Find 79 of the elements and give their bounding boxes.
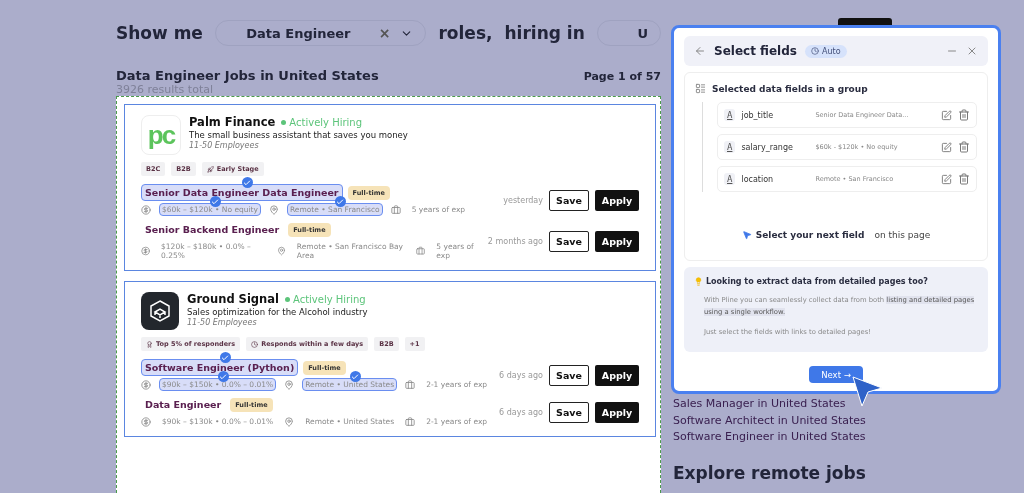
award-icon [146,340,153,348]
page-indicator: Page 1 of 57 [583,70,661,83]
briefcase-icon [416,246,426,256]
dollar-icon [141,379,151,390]
save-button[interactable]: Save [549,189,589,211]
pointer-icon [741,230,752,240]
apply-button[interactable]: Apply [595,189,639,211]
section-heading: Explore remote jobs [673,462,866,483]
company-tagline: The small business assistant that saves you money [189,130,408,140]
apply-button[interactable]: Apply [595,231,639,252]
back-arrow-icon[interactable] [694,45,706,57]
apply-button[interactable]: Apply [595,364,639,386]
lightbulb-icon [694,277,703,286]
save-button[interactable]: Save [549,401,589,423]
panel-title: Select fields [714,44,797,58]
posted-time: 6 days ago [499,407,543,417]
group-title: Selected data fields in a group [712,83,868,94]
dollar-icon [141,204,151,215]
text-type-icon: A [724,141,736,153]
close-icon[interactable] [966,45,978,57]
posted-time: yesterday [503,195,543,205]
roles-label: roles, [438,23,493,43]
job-link[interactable]: Software Architect in United States [673,412,866,429]
edit-icon[interactable] [941,141,952,153]
hint-suffix: on this page [874,230,931,240]
save-button[interactable]: Save [549,231,589,252]
company-name[interactable]: Palm Finance [189,115,276,129]
text-type-icon: A [724,173,736,185]
location-pin-icon [284,416,295,427]
trash-icon[interactable] [958,141,970,153]
edit-icon[interactable] [941,173,952,185]
trash-icon[interactable] [958,109,970,121]
trash-icon[interactable] [958,173,970,185]
briefcase-icon [405,416,416,427]
company-tagline: Sales optimization for the Alcohol industry [187,307,368,317]
dollar-icon [141,246,151,256]
text-type-icon: A [724,109,736,121]
cube-logo-icon [141,292,179,330]
check-badge-icon [349,371,361,382]
save-button[interactable]: Save [549,364,589,386]
company-logo: pc [141,115,181,155]
location-pin-icon [269,204,279,215]
hint-text: Select your next field [755,230,865,240]
field-name: salary_range [741,142,794,152]
job-title[interactable]: Data Engineer [141,396,226,413]
location-pin-icon [284,379,295,390]
posted-time: 6 days ago [499,370,543,380]
show-me-label: Show me [116,23,203,43]
hiring-status: Actively Hiring [284,293,366,305]
job-title[interactable]: Senior Data Engineer Data Engineer [141,184,343,201]
group-icon [695,83,706,94]
next-button[interactable]: Next → [809,366,863,383]
clock-icon [251,340,259,348]
check-badge-icon [241,177,253,188]
briefcase-icon [390,204,401,215]
results-title: Data Engineer Jobs in United States [116,68,379,83]
job-title[interactable]: Software Engineer (Python) [141,359,299,376]
field-name: location [741,174,775,184]
dollar-icon [141,416,151,427]
apply-button[interactable]: Apply [595,401,639,423]
hiring-status: Actively Hiring [281,116,363,128]
auto-badge[interactable]: Auto [804,44,847,58]
rocket-icon [206,165,214,173]
job-link[interactable]: Software Engineer in United States [673,429,866,446]
check-badge-icon [334,196,346,207]
hiring-in-label: hiring in [504,23,585,43]
company-size: 11-50 Employees [187,318,258,327]
check-badge-icon [210,196,221,207]
info-title: Looking to extract data from detailed pages too? [706,277,928,286]
field-name: job_title [741,110,775,120]
company-name[interactable]: Ground Signal [187,292,279,306]
posted-time: 2 months ago [487,237,543,246]
briefcase-icon [405,379,416,390]
check-badge-icon [219,352,231,363]
location-pin-icon [276,246,286,256]
edit-icon[interactable] [941,109,952,121]
job-title[interactable]: Senior Backend Engineer [141,221,284,238]
check-badge-icon [217,371,229,382]
company-size: 11-50 Employees [189,141,260,150]
